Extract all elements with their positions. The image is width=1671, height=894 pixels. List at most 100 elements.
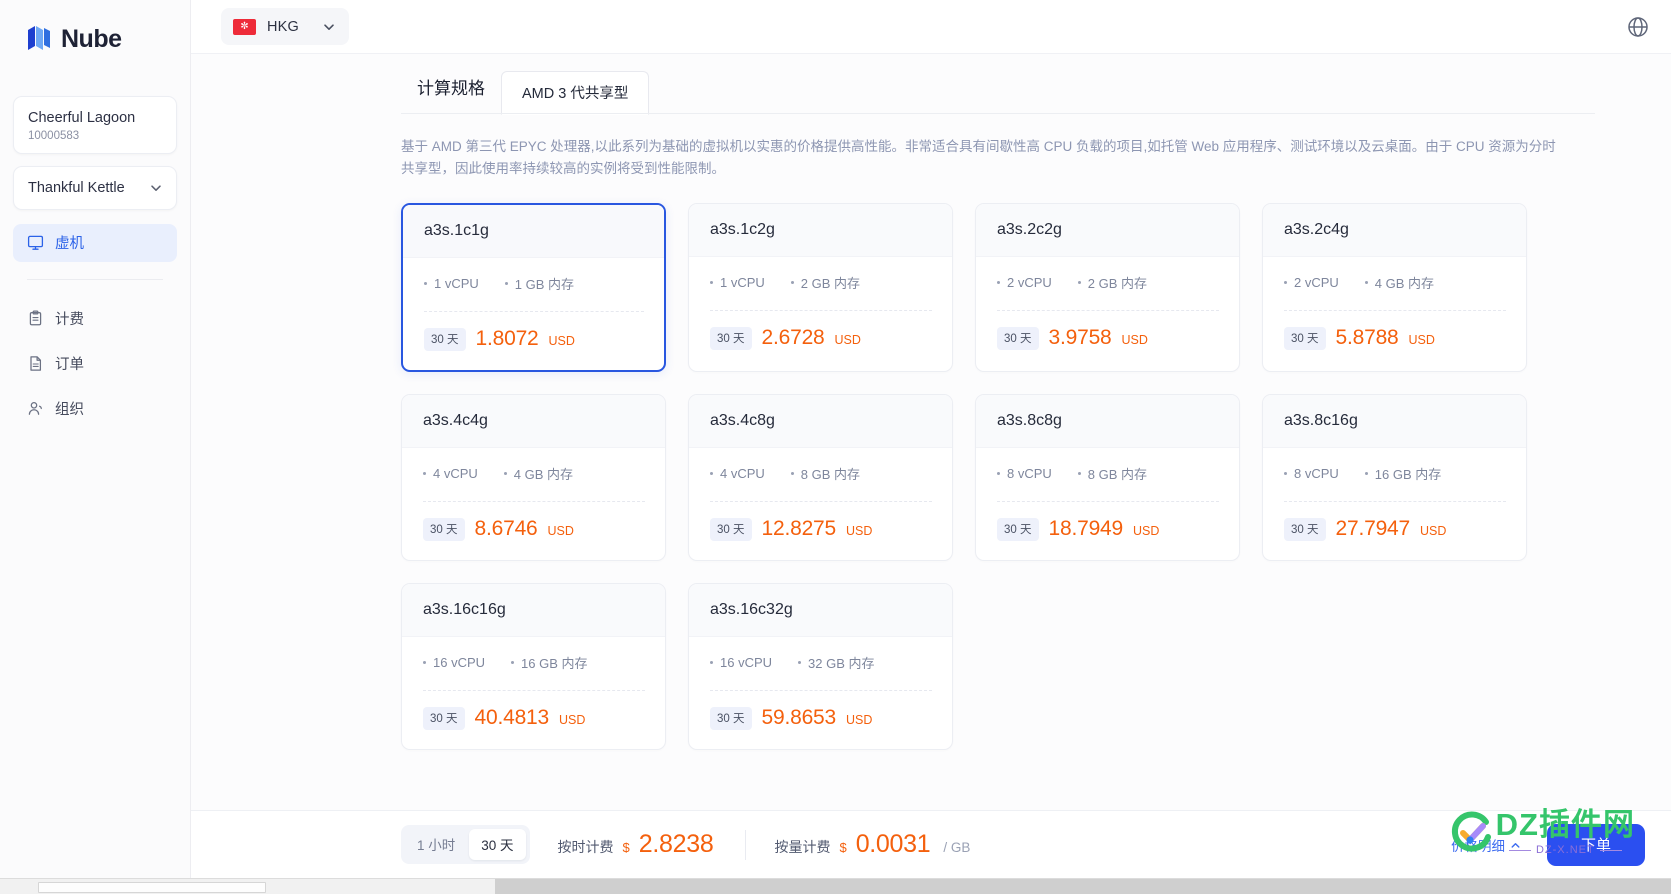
spec-list: 2 vCPU 4 GB 内存	[1284, 273, 1506, 292]
nav-secondary: 计费 订单 组织	[13, 300, 177, 428]
spec-price-currency: USD	[559, 713, 586, 727]
sidebar-item-organization[interactable]: 组织	[13, 390, 177, 428]
spec-term-badge: 30 天	[423, 707, 465, 730]
bullet-icon	[710, 472, 713, 475]
bullet-icon	[1364, 281, 1368, 284]
horizontal-scrollbar[interactable]	[0, 878, 1671, 894]
brand-name: Nube	[61, 24, 122, 53]
spec-card-body: 8 vCPU 16 GB 内存	[1263, 448, 1526, 502]
bullet-icon	[710, 661, 713, 664]
tab-compute-specs[interactable]: 计算规格	[401, 62, 501, 114]
bullet-icon	[504, 282, 508, 285]
spec-card[interactable]: a3s.4c4g 4 vCPU 4 GB 内存 30 天 8.6746 USD	[401, 394, 666, 561]
scrollbar-thumb[interactable]	[38, 882, 266, 893]
globe-icon[interactable]	[1627, 16, 1649, 38]
sidebar: Nube Cheerful Lagoon 10000583 Thankful K…	[0, 0, 191, 878]
spec-vcpu-label: 2 vCPU	[1007, 275, 1052, 290]
spec-memory: 2 GB 内存	[1077, 273, 1147, 292]
order-button[interactable]: 下单	[1546, 823, 1645, 866]
org-id: 10000583	[28, 129, 80, 142]
bullet-icon	[1077, 472, 1081, 475]
spec-term-badge: 30 天	[710, 707, 752, 730]
spec-card-title: a3s.1c1g	[403, 205, 664, 258]
sidebar-item-vm[interactable]: 虚机	[13, 223, 177, 262]
tab-bar: 计算规格 AMD 3 代共享型	[401, 54, 1595, 115]
spec-price-value: 40.4813	[474, 706, 550, 729]
spec-card[interactable]: a3s.16c16g 16 vCPU 16 GB 内存 30 天 40.4813 USD	[401, 583, 666, 750]
price-detail-link[interactable]: 价格明细	[1451, 835, 1521, 855]
bottom-pricing-bar: 1 小时 30 天 按时计费 $ 2.8238 按量计费 $ 0.0031 / …	[191, 810, 1671, 878]
spec-card[interactable]: a3s.8c8g 8 vCPU 8 GB 内存 30 天 18.7949 USD	[975, 394, 1240, 561]
spec-card-body: 4 vCPU 4 GB 内存	[402, 448, 665, 502]
bullet-icon	[997, 281, 1000, 284]
spec-price-currency: USD	[1420, 524, 1447, 538]
sidebar-item-label: 计费	[55, 312, 84, 329]
spec-card[interactable]: a3s.8c16g 8 vCPU 16 GB 内存 30 天 27.7947 USD	[1262, 394, 1527, 561]
spec-memory-label: 4 GB 内存	[1374, 276, 1435, 291]
bullet-icon	[424, 282, 427, 285]
bullet-icon	[790, 281, 794, 284]
spec-card[interactable]: a3s.1c1g 1 vCPU 1 GB 内存 30 天 1.8072 USD	[401, 203, 666, 372]
bullet-icon	[790, 472, 794, 475]
org-card[interactable]: Cheerful Lagoon 10000583	[13, 96, 177, 154]
spec-card[interactable]: a3s.2c2g 2 vCPU 2 GB 内存 30 天 3.9758 USD	[975, 203, 1240, 372]
sidebar-divider	[27, 278, 163, 280]
spec-card-title: a3s.1c2g	[689, 204, 952, 257]
spec-card[interactable]: a3s.16c32g 16 vCPU 32 GB 内存 30 天 59.8653 USD	[688, 583, 953, 750]
spec-card-body: 2 vCPU 4 GB 内存	[1263, 257, 1526, 311]
bullet-icon	[1284, 472, 1287, 475]
tab-amd3-shared[interactable]: AMD 3 代共享型	[501, 71, 650, 115]
spec-list: 2 vCPU 2 GB 内存	[997, 273, 1219, 292]
spec-price-currency: USD	[1133, 524, 1160, 538]
brand[interactable]: Nube	[0, 0, 190, 62]
price-detail-label: 价格明细	[1450, 838, 1505, 854]
term-option-hour[interactable]: 1 小时	[405, 829, 467, 860]
project-selector[interactable]: Thankful Kettle	[13, 165, 177, 210]
spec-card[interactable]: a3s.2c4g 2 vCPU 4 GB 内存 30 天 5.8788 USD	[1262, 203, 1527, 372]
spec-vcpu: 1 vCPU	[424, 276, 479, 291]
spec-memory: 2 GB 内存	[790, 273, 860, 292]
spec-card-title: a3s.8c8g	[976, 395, 1239, 448]
org-name: Cheerful Lagoon	[28, 110, 136, 126]
spec-card-body: 4 vCPU 8 GB 内存	[689, 448, 952, 502]
chevron-up-icon	[1510, 839, 1521, 850]
bottom-bar-divider	[745, 829, 747, 860]
spec-memory-label: 16 GB 内存	[521, 656, 588, 671]
spec-price-value: 18.7949	[1048, 517, 1124, 540]
sidebar-item-billing[interactable]: 计费	[13, 300, 177, 338]
spec-memory-label: 8 GB 内存	[800, 467, 861, 482]
spec-card-title: a3s.2c2g	[976, 204, 1239, 257]
term-option-30days[interactable]: 30 天	[469, 829, 526, 860]
spec-price-row: 30 天 59.8653 USD	[689, 691, 952, 749]
spec-vcpu: 1 vCPU	[710, 275, 765, 290]
spec-memory: 8 GB 内存	[790, 464, 861, 483]
spec-memory: 16 GB 内存	[511, 653, 588, 672]
sidebar-item-label: 订单	[55, 357, 84, 374]
spec-term-badge: 30 天	[997, 518, 1039, 541]
scrollbar-track-secondary[interactable]	[495, 879, 1671, 894]
spec-price-currency: USD	[547, 524, 574, 538]
spec-vcpu-label: 8 vCPU	[1294, 466, 1339, 481]
spec-memory: 4 GB 内存	[503, 464, 573, 483]
region-selector[interactable]: ✼ HKG	[221, 8, 350, 45]
region-code: HKG	[267, 18, 300, 35]
usage-billing-currency: $	[839, 840, 847, 855]
billing-term-toggle[interactable]: 1 小时 30 天	[401, 825, 530, 864]
series-description: 基于 AMD 第三代 EPYC 处理器,以此系列为基础的虚拟机以实惠的价格提供高…	[401, 139, 1556, 176]
spec-price-row: 30 天 40.4813 USD	[402, 691, 665, 749]
content-scroll-region[interactable]: 计算规格 AMD 3 代共享型 基于 AMD 第三代 EPYC 处理器,以此系列…	[191, 54, 1671, 810]
spec-vcpu-label: 4 vCPU	[720, 466, 765, 481]
main-area: ✼ HKG 计算规格 AMD 3 代共享型 基于 AMD 第三代 EPYC 处理…	[191, 0, 1671, 878]
spec-price-row: 30 天 8.6746 USD	[402, 502, 665, 560]
spec-vcpu-label: 8 vCPU	[1007, 466, 1052, 481]
time-billing-block: 按时计费 $ 2.8238	[558, 830, 714, 859]
spec-card[interactable]: a3s.4c8g 4 vCPU 8 GB 内存 30 天 12.8275 USD	[688, 394, 953, 561]
spec-price-value: 12.8275	[761, 517, 837, 540]
spec-card[interactable]: a3s.1c2g 1 vCPU 2 GB 内存 30 天 2.6728 USD	[688, 203, 953, 372]
sidebar-item-orders[interactable]: 订单	[13, 345, 177, 383]
bullet-icon	[1077, 281, 1081, 284]
hongkong-flag-icon: ✼	[233, 18, 256, 35]
spec-memory: 16 GB 内存	[1364, 464, 1441, 483]
usage-billing-block: 按量计费 $ 0.0031 / GB	[774, 830, 970, 859]
bullet-icon	[423, 661, 426, 664]
